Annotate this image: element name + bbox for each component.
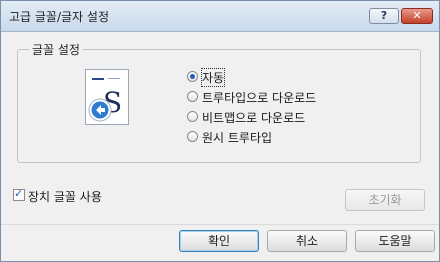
radio-download-bitmap-label: 비트맵으로 다운로드 [202,111,306,125]
radio-button[interactable] [187,71,198,82]
radio-auto-label: 자동 [200,68,226,87]
window-title: 고급 글꼴/글자 설정 [9,10,109,24]
device-font-checkbox[interactable]: ✓ [13,187,25,201]
radio-download-truetype-label: 트루타입으로 다운로드 [202,91,317,105]
radio-button[interactable] [187,131,198,142]
reset-button[interactable]: 초기화 [345,189,425,211]
cancel-button[interactable]: 취소 [267,230,347,252]
close-icon: ✕ [412,9,422,22]
footer-separator [1,224,439,225]
device-font-label: 장치 글꼴 사용 [28,190,102,204]
ok-button[interactable]: 확인 [179,230,259,252]
titlebar-help-button[interactable]: ? [369,8,399,24]
help-icon: ? [380,9,388,22]
font-download-preview-icon: S [85,69,129,125]
help-button[interactable]: 도움말 [355,230,435,252]
advanced-font-settings-dialog: 고급 글꼴/글자 설정 ? ✕ 글꼴 설정 S 자동 트루타입으로 다운로드 비… [0,0,440,262]
title-bar[interactable]: 고급 글꼴/글자 설정 ? ✕ [1,1,439,32]
font-settings-group-label: 글꼴 설정 [29,41,83,58]
radio-button[interactable] [187,91,198,102]
radio-native-truetype-label: 원시 트루타입 [202,131,273,145]
radio-button[interactable] [187,111,198,122]
checkmark-icon: ✓ [14,187,24,200]
titlebar-close-button[interactable]: ✕ [401,8,433,24]
